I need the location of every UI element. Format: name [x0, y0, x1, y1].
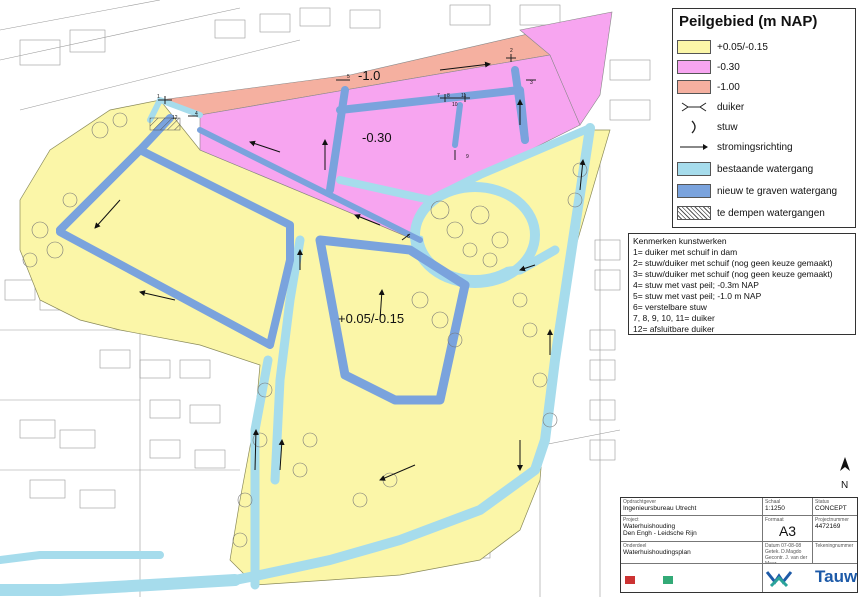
structure-number-7: 7	[437, 93, 440, 99]
tb-projectnummer: Projectnummer 4472169	[813, 516, 857, 542]
legend-item-dempen: te dempen watergangen	[677, 205, 825, 221]
structure-characteristics: Kenmerken kunstwerken 1= duiker met schu…	[628, 233, 856, 335]
flow-arrow-icon	[677, 140, 711, 154]
kenmerken-line: 5= stuw met vast peil; -1.0 m NAP	[633, 291, 762, 301]
legend-item-plus005: +0.05/-0.15	[677, 39, 768, 55]
kenmerken-line: 6= verstelbare stuw	[633, 302, 707, 312]
legend-label: nieuw te graven watergang	[717, 185, 838, 197]
zone-label-m100: -1.0	[358, 68, 380, 83]
tb-onderdeel: Onderdeel Waterhuishoudingsplan	[621, 542, 763, 564]
tb-opdrachtgever: Opdrachtgever Ingenieursbureau Utrecht	[621, 498, 763, 516]
north-arrow-icon: N	[840, 457, 850, 491]
structure-number-8: 8	[447, 93, 450, 99]
legend-title: Peilgebied (m NAP)	[679, 13, 818, 30]
kenmerken-line: 4= stuw met vast peil; -0.3m NAP	[633, 280, 759, 290]
kenmerken-line: 12= afsluitbare duiker	[633, 324, 715, 334]
legend-label: duiker	[717, 101, 745, 113]
hatch-icon	[677, 206, 711, 220]
legend-label: -0.30	[717, 61, 740, 73]
legend-item-bestaand: bestaande watergang	[677, 161, 813, 177]
tb-formaat: Formaat A3	[763, 516, 813, 542]
structure-number-12: 12	[172, 115, 178, 121]
structure-number-3: 3	[530, 80, 533, 86]
kenmerken-title: Kenmerken kunstwerken	[633, 236, 727, 246]
structure-number-2: 2	[510, 48, 513, 54]
legend-item-stuw: stuw	[677, 119, 738, 135]
zone-label-main: +0.05/-0.15	[338, 311, 404, 326]
legend-label: stromingsrichting	[717, 141, 793, 153]
legend-label: bestaande watergang	[717, 163, 814, 175]
weir-icon	[677, 120, 711, 134]
legend-item-m030: -0.30	[677, 59, 740, 75]
legend-item-duiker: duiker	[677, 99, 744, 115]
tauw-logo-icon	[765, 571, 793, 588]
swatch-light-blue	[677, 162, 711, 176]
kenmerken-line: 7, 8, 9, 10, 11= duiker	[633, 313, 715, 323]
structure-number-6: 6	[407, 234, 410, 240]
tb-project: Project Waterhuishouding Den Engh - Leid…	[621, 516, 763, 542]
tb-logos	[621, 564, 763, 592]
legend-item-nieuw: nieuw te graven watergang	[677, 183, 837, 199]
structure-number-9: 9	[466, 154, 469, 160]
legend-item-m100: -1.00	[677, 79, 740, 95]
swatch-salmon	[677, 80, 711, 94]
legend-label: te dempen watergangen	[717, 207, 825, 219]
culvert-icon	[677, 100, 711, 114]
swatch-blue	[677, 184, 711, 198]
structure-number-11: 11	[461, 93, 466, 99]
north-label: N	[841, 480, 848, 491]
tb-tekeningnummer: Tekeningnummer	[813, 542, 857, 564]
structure-number-5: 5	[347, 74, 350, 80]
kenmerken-line: 2= stuw/duiker met schuif (nog geen keuz…	[633, 258, 833, 268]
legend-label: -1.00	[717, 81, 740, 93]
brand-name: Tauw	[815, 567, 858, 586]
structure-number-1: 1	[157, 94, 160, 100]
structure-number-4: 4	[195, 111, 198, 117]
swatch-yellow	[677, 40, 711, 54]
legend-label: +0.05/-0.15	[717, 41, 768, 53]
legend: Peilgebied (m NAP) +0.05/-0.15 -0.30 -1.…	[672, 8, 856, 228]
tb-dates: Datum 07-08-08 Getek. D.Magdo Gecontr. J…	[763, 542, 813, 564]
structure-number-10: 10	[452, 102, 458, 108]
zone-label-m030: -0.30	[362, 130, 392, 145]
legend-item-stroming: stromingsrichting	[677, 139, 793, 155]
legend-label: stuw	[717, 121, 738, 133]
tb-schaal: Schaal 1:1250	[763, 498, 813, 516]
partner-logos-icon	[625, 576, 673, 584]
tb-status: Status CONCEPT	[813, 498, 857, 516]
kenmerken-line: 3= stuw/duiker met schuif (nog geen keuz…	[633, 269, 833, 279]
kenmerken-line: 1= duiker met schuif in dam	[633, 247, 738, 257]
swatch-pink	[677, 60, 711, 74]
